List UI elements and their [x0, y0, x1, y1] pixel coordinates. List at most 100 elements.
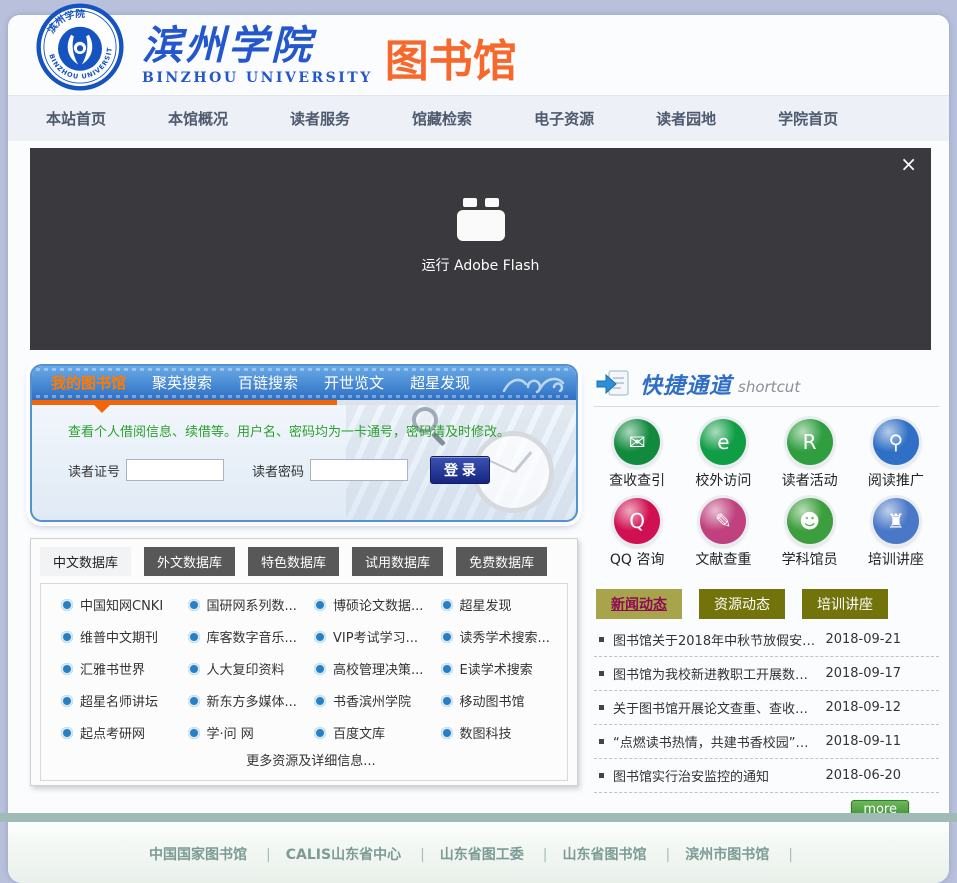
shortcut-icon: ⚲: [873, 419, 919, 465]
news-date: 2018-09-12: [825, 700, 901, 715]
database-tab[interactable]: 外文数据库: [144, 547, 235, 576]
database-link[interactable]: 国研网系列数...: [188, 595, 309, 614]
database-link[interactable]: 书香滨州学院: [314, 691, 435, 710]
news-tab[interactable]: 新闻动态: [596, 589, 682, 619]
nav-item[interactable]: 本馆概况: [168, 108, 228, 129]
database-link[interactable]: 新东方多媒体...: [188, 691, 309, 710]
database-tab[interactable]: 中文数据库: [40, 547, 131, 576]
more-resources-link[interactable]: 更多资源及详细信息...: [61, 742, 561, 774]
shortcut-item[interactable]: Q QQ 咨询: [594, 498, 680, 569]
university-name-en: BINZHOU UNIVERSITY: [142, 70, 373, 86]
flash-placeholder[interactable]: 运行 Adobe Flash: [30, 198, 931, 275]
database-link-label: 百度文库: [333, 723, 385, 742]
database-link[interactable]: 学·问 网: [188, 723, 309, 742]
database-link-label: 超星发现: [460, 595, 512, 614]
database-link[interactable]: 人大复印资料: [188, 659, 309, 678]
database-link-label: E读学术搜索: [460, 659, 533, 678]
news-tab[interactable]: 资源动态: [699, 589, 785, 619]
database-tab[interactable]: 免费数据库: [456, 547, 547, 576]
search-tab[interactable]: 百链搜索: [225, 366, 311, 400]
database-link[interactable]: 中国知网CNKI: [61, 595, 182, 614]
database-tab[interactable]: 特色数据库: [248, 547, 339, 576]
database-link[interactable]: 博硕论文数据...: [314, 595, 435, 614]
nav-item[interactable]: 电子资源: [534, 108, 594, 129]
shortcut-item[interactable]: ✉ 查收查引: [594, 419, 680, 490]
footer-link[interactable]: 山东省图工委: [440, 847, 563, 863]
shortcut-item[interactable]: ☻ 学科馆员: [767, 498, 853, 569]
database-link[interactable]: 移动图书馆: [441, 691, 562, 710]
shortcut-item[interactable]: ✎ 文献查重: [680, 498, 766, 569]
bullet-icon: [441, 663, 453, 675]
search-tab[interactable]: 开世览文: [311, 366, 397, 400]
search-tab[interactable]: 我的图书馆: [38, 366, 139, 400]
database-link[interactable]: VIP考试学习...: [314, 627, 435, 646]
brand-block: 滨州学院 BINZHOU UNIVERSITY: [142, 25, 373, 86]
database-link[interactable]: 超星名师讲坛: [61, 691, 182, 710]
search-tabs: 我的图书馆聚英搜索百链搜索开世览文超星发现: [38, 366, 483, 400]
bullet-icon: [314, 695, 326, 707]
news-item[interactable]: 关于图书馆开展论文查重、查收查引等... 2018-09-12: [594, 691, 939, 725]
database-link[interactable]: 汇雅书世界: [61, 659, 182, 678]
login-button[interactable]: 登 录: [430, 456, 490, 484]
shortcut-icon: Q: [614, 498, 660, 544]
footer-link[interactable]: CALIS山东省中心: [286, 847, 440, 863]
shortcut-label: 阅读推广: [853, 470, 939, 490]
bullet-icon: [599, 637, 604, 642]
nav-item[interactable]: 学院首页: [778, 108, 838, 129]
database-tab[interactable]: 试用数据库: [352, 547, 443, 576]
news-title: 关于图书馆开展论文查重、查收查引等...: [613, 698, 817, 717]
flash-label: 运行 Adobe Flash: [30, 255, 931, 275]
database-link[interactable]: 读秀学术搜索...: [441, 627, 562, 646]
shortcut-icon: ☻: [787, 498, 833, 544]
news-tab[interactable]: 培训讲座: [802, 589, 888, 619]
search-tab[interactable]: 超星发现: [397, 366, 483, 400]
database-link[interactable]: 百度文库: [314, 723, 435, 742]
news-item[interactable]: 图书馆实行治安监控的通知 2018-06-20: [594, 759, 939, 793]
database-link[interactable]: 库客数字音乐...: [188, 627, 309, 646]
nav-item[interactable]: 读者园地: [656, 108, 716, 129]
database-link[interactable]: 超星发现: [441, 595, 562, 614]
shortcut-item[interactable]: e 校外访问: [680, 419, 766, 490]
database-link[interactable]: 起点考研网: [61, 723, 182, 742]
news-title: 图书馆为我校新进教职工开展数字资源...: [613, 664, 817, 683]
shortcut-icon: ♜: [873, 498, 919, 544]
news-item[interactable]: 图书馆关于2018年中秋节放假安排的通... 2018-09-21: [594, 623, 939, 657]
login-form: 读者证号 读者密码 登 录: [68, 456, 562, 484]
news-item[interactable]: “点燃读书热情，共建书香校园”——图... 2018-09-11: [594, 725, 939, 759]
databases-panel: 中文数据库外文数据库特色数据库试用数据库免费数据库 中国知网CNKI 国研网系列…: [30, 538, 578, 786]
database-link[interactable]: 数图科技: [441, 723, 562, 742]
bullet-icon: [441, 631, 453, 643]
nav-item[interactable]: 读者服务: [290, 108, 350, 129]
bullet-icon: [188, 695, 200, 707]
shortcut-icon: e: [700, 419, 746, 465]
footer-link[interactable]: 滨州市图书馆: [685, 847, 808, 863]
shortcut-label: 文献查重: [680, 549, 766, 569]
nav-item[interactable]: 馆藏检索: [412, 108, 472, 129]
database-link[interactable]: 维普中文期刊: [61, 627, 182, 646]
bullet-icon: [441, 695, 453, 707]
site-footer: 中国国家图书馆CALIS山东省中心山东省图工委山东省图书馆滨州市图书馆: [8, 831, 949, 883]
database-link-label: 博硕论文数据...: [333, 595, 423, 614]
university-seal-logo: 滨州学院 BINZHOU UNIVERSITY: [36, 3, 124, 91]
bullet-icon: [61, 727, 73, 739]
close-icon[interactable]: ×: [900, 154, 917, 174]
search-tab[interactable]: 聚英搜索: [139, 366, 225, 400]
bullet-icon: [61, 663, 73, 675]
database-link[interactable]: 高校管理决策...: [314, 659, 435, 678]
database-link-label: 库客数字音乐...: [207, 627, 297, 646]
footer-link[interactable]: 中国国家图书馆: [149, 847, 286, 863]
university-name-cn: 滨州学院: [142, 25, 373, 67]
shortcut-label: 查收查引: [594, 470, 680, 490]
footer-link[interactable]: 山东省图书馆: [563, 847, 686, 863]
database-link-label: 中国知网CNKI: [80, 595, 163, 614]
database-link[interactable]: E读学术搜索: [441, 659, 562, 678]
shortcut-item[interactable]: ♜ 培训讲座: [853, 498, 939, 569]
reader-password-input[interactable]: [310, 459, 408, 481]
nav-item[interactable]: 本站首页: [46, 108, 106, 129]
reader-id-input[interactable]: [126, 459, 224, 481]
news-item[interactable]: 图书馆为我校新进教职工开展数字资源... 2018-09-17: [594, 657, 939, 691]
shortcut-item[interactable]: R 读者活动: [767, 419, 853, 490]
database-link-label: 高校管理决策...: [333, 659, 423, 678]
bullet-icon: [61, 631, 73, 643]
shortcut-item[interactable]: ⚲ 阅读推广: [853, 419, 939, 490]
